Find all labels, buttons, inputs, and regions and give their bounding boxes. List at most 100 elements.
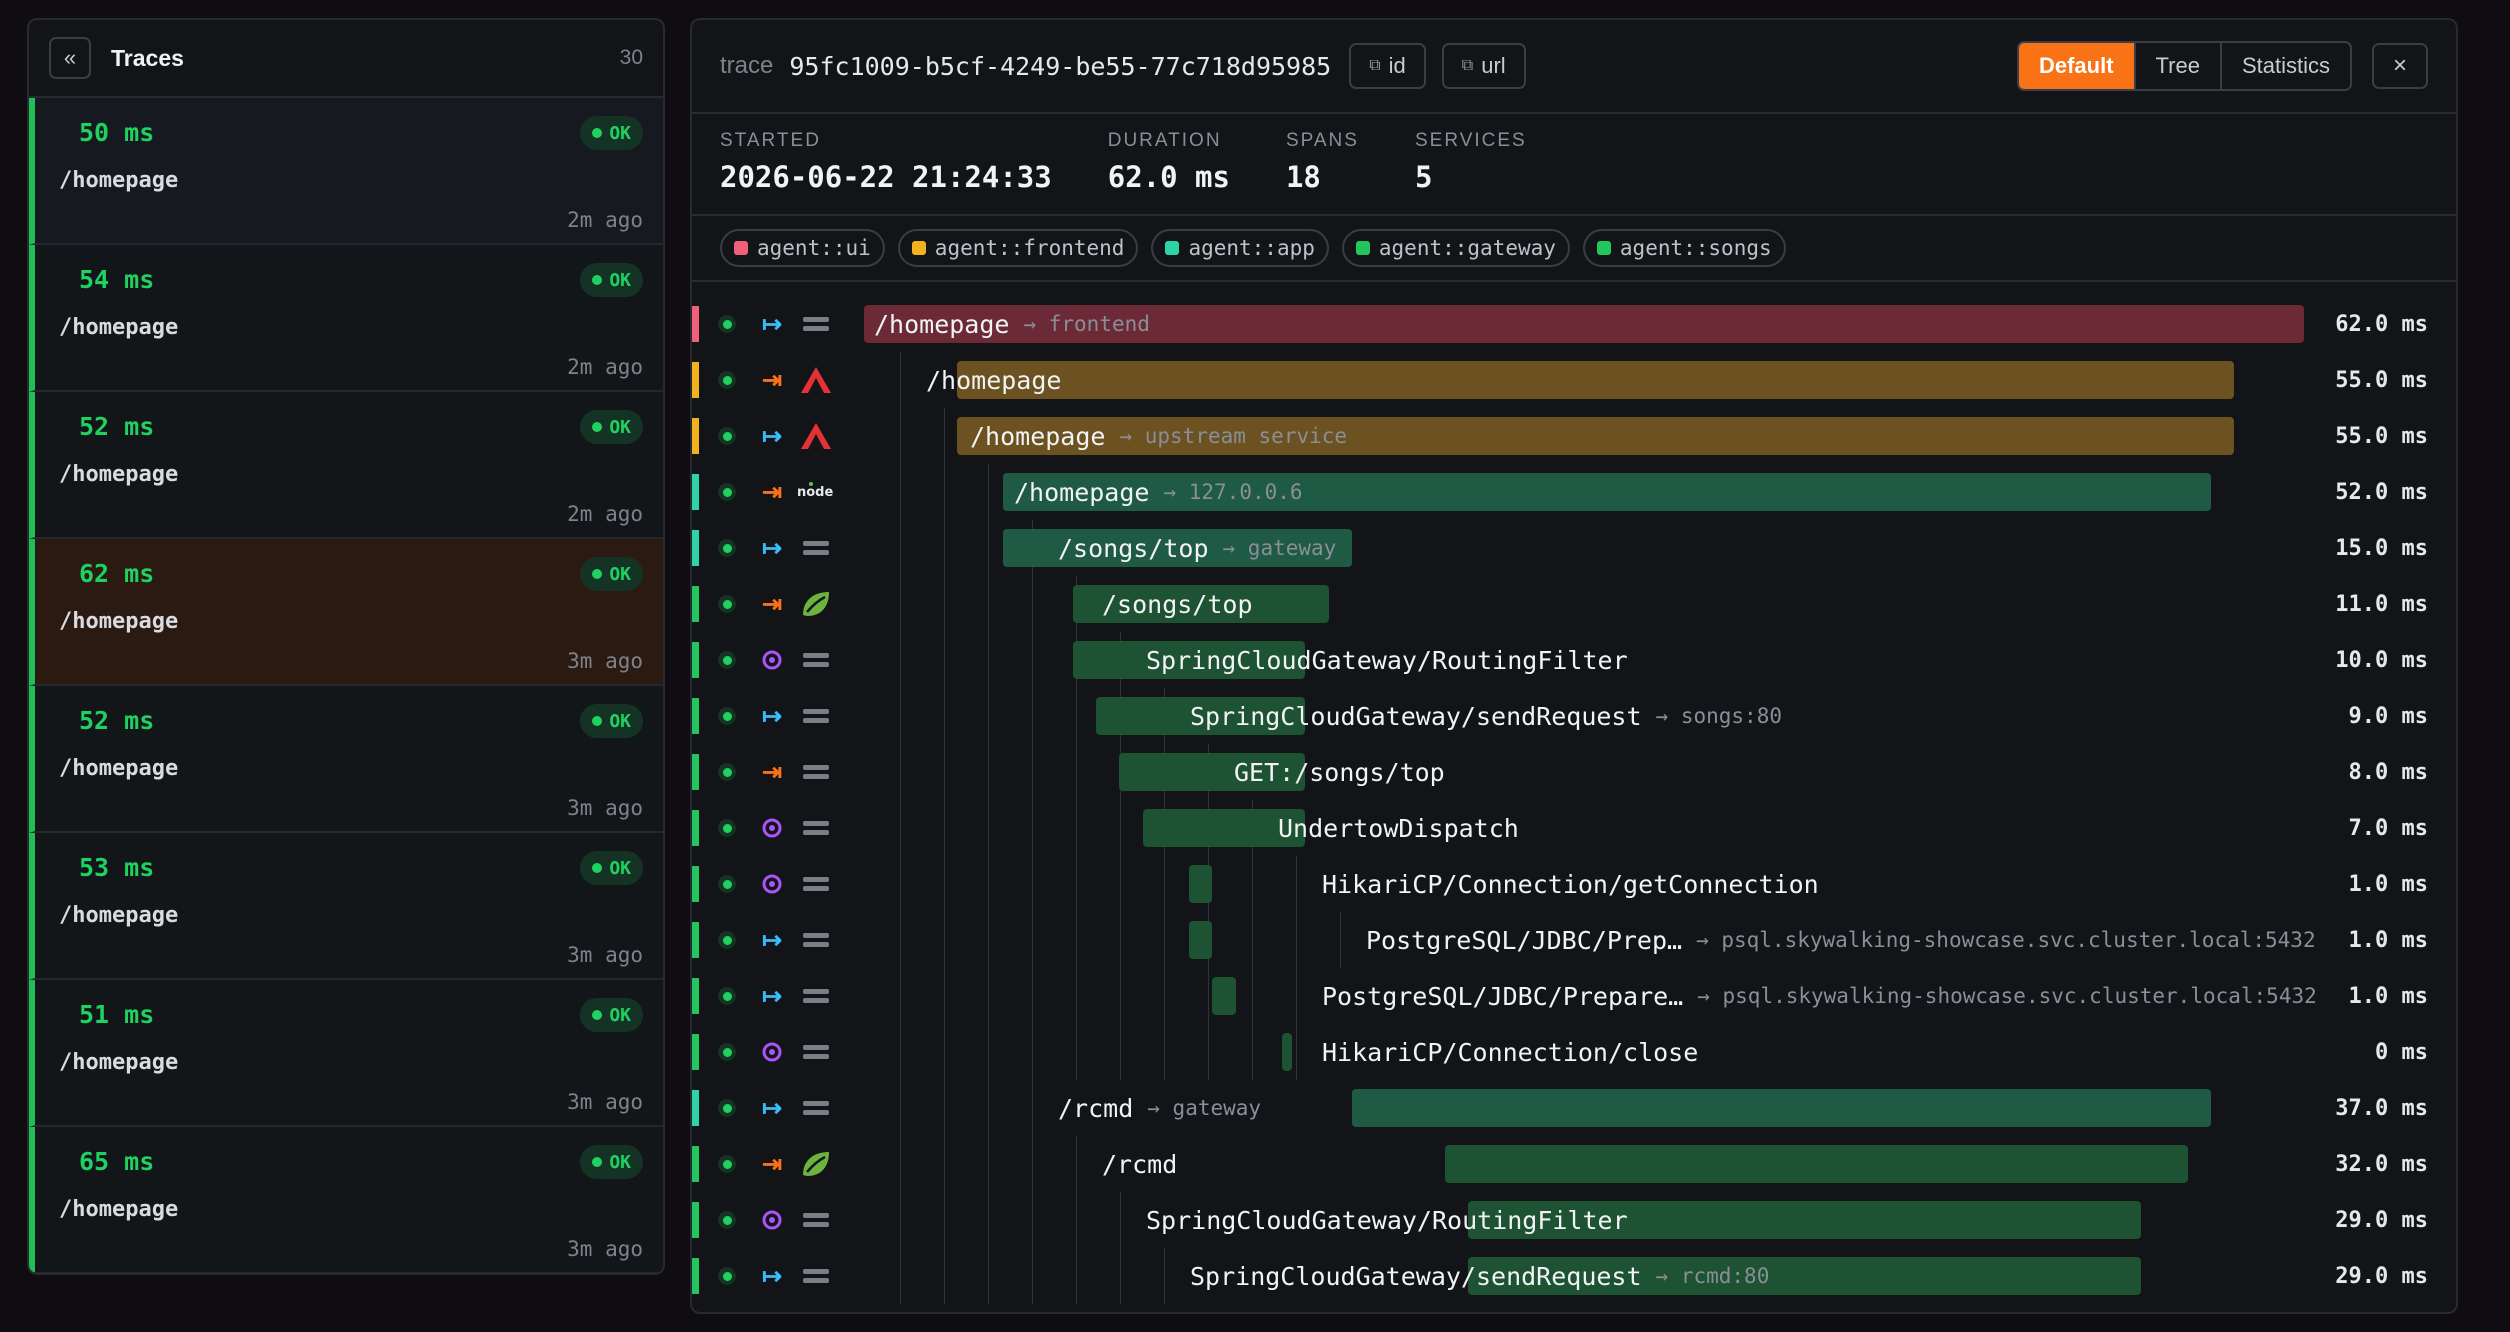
- service-name: agent::gateway: [1378, 236, 1556, 260]
- indent-guide: [900, 1024, 901, 1080]
- status-ok-icon: [718, 1267, 736, 1285]
- span-row[interactable]: HikariCP/Connection/getConnection 1.0 ms: [692, 856, 2456, 912]
- span-row[interactable]: ⇥ GET:/songs/top 8.0 ms: [692, 744, 2456, 800]
- span-peer: → songs:80: [1655, 704, 1782, 728]
- span-row[interactable]: SpringCloudGateway/RoutingFilter 10.0 ms: [692, 632, 2456, 688]
- indent-guide: [944, 1080, 945, 1136]
- span-row[interactable]: ↦ /songs/top → gateway 15.0 ms: [692, 520, 2456, 576]
- span-row[interactable]: ↦ /homepage → upstream service 55.0 ms: [692, 408, 2456, 464]
- trace-list-item[interactable]: 50 ms OK/homepage 2m ago: [29, 98, 663, 245]
- generic-icon: [794, 308, 838, 340]
- span-name: /songs/top: [1102, 589, 1253, 619]
- trace-list-item[interactable]: 54 ms OK/homepage 2m ago: [29, 245, 663, 392]
- indent-guide: [988, 520, 989, 576]
- service-color-stripe: [692, 586, 699, 622]
- indent-guide: [1296, 856, 1297, 912]
- local-span-icon: [756, 1036, 788, 1068]
- trace-duration: 51 ms: [79, 1000, 155, 1029]
- service-tag[interactable]: agent::frontend: [897, 229, 1139, 267]
- service-color-stripe: [692, 1146, 699, 1182]
- status-ok-icon: [718, 1043, 736, 1061]
- trace-list-item[interactable]: 52 ms OK/homepage 2m ago: [29, 392, 663, 539]
- span-row[interactable]: ⇥ /rcmd 32.0 ms: [692, 1136, 2456, 1192]
- span-row[interactable]: UndertowDispatch 7.0 ms: [692, 800, 2456, 856]
- trace-list-item[interactable]: 52 ms OK/homepage 3m ago: [29, 686, 663, 833]
- status-ok-icon: [718, 707, 736, 725]
- service-tag[interactable]: agent::songs: [1582, 229, 1786, 267]
- indent-guide: [1076, 968, 1077, 1024]
- indent-guide: [988, 1136, 989, 1192]
- trace-list-item[interactable]: 62 ms OK/homepage 3m ago: [29, 539, 663, 686]
- span-label: SpringCloudGateway/RoutingFilter: [1146, 632, 1628, 688]
- indent-guide: [944, 968, 945, 1024]
- status-label: OK: [609, 710, 631, 732]
- service-tag[interactable]: agent::app: [1151, 229, 1329, 267]
- generic-component-icon: [803, 1269, 829, 1283]
- view-statistics-button[interactable]: Statistics: [2219, 43, 2350, 89]
- indent-guide: [1208, 1024, 1209, 1080]
- trace-label: trace: [720, 52, 774, 79]
- indent-guide: [1164, 1248, 1165, 1304]
- status-label: OK: [609, 1004, 631, 1026]
- span-peer: → 127.0.0.6: [1163, 480, 1303, 504]
- span-name: PostgreSQL/JDBC/Prepare…: [1322, 981, 1684, 1011]
- generic-icon: [794, 532, 838, 564]
- status-dot-icon: [592, 128, 603, 138]
- span-label: /homepage → frontend: [874, 296, 1150, 352]
- span-row[interactable]: ⇥ /homepage 55.0 ms: [692, 352, 2456, 408]
- indent-guide: [1164, 912, 1165, 968]
- span-row[interactable]: ↦ PostgreSQL/JDBC/Prepare… → psql.skywalki…: [692, 968, 2456, 1024]
- angular-icon: [794, 420, 838, 452]
- indent-guide: [1032, 632, 1033, 688]
- view-tree-button[interactable]: Tree: [2133, 43, 2220, 89]
- trace-list-item[interactable]: 51 ms OK/homepage 3m ago: [29, 980, 663, 1127]
- span-label: HikariCP/Connection/close: [1322, 1024, 1698, 1080]
- indent-guide: [900, 632, 901, 688]
- span-row[interactable]: ⇥ node/homepage → 127.0.0.6 52.0 ms: [692, 464, 2456, 520]
- span-duration-bar: [1189, 921, 1213, 959]
- span-waterfall: ↦ /homepage → frontend 62.0 ms ⇥ /homepage 55.…: [692, 282, 2456, 1304]
- trace-path: /homepage: [59, 315, 179, 340]
- trace-list-item[interactable]: 65 ms OK/homepage 3m ago: [29, 1127, 663, 1273]
- indent-guide: [944, 1192, 945, 1248]
- close-button[interactable]: ×: [2372, 43, 2428, 89]
- indent-guide: [988, 800, 989, 856]
- local-span-icon: [756, 812, 788, 844]
- span-row[interactable]: ⇥ /songs/top 11.0 ms: [692, 576, 2456, 632]
- service-name: agent::frontend: [934, 236, 1125, 260]
- status-ok-icon: [718, 595, 736, 613]
- span-row[interactable]: ↦ SpringCloudGateway/sendRequest → rcmd:80…: [692, 1248, 2456, 1304]
- view-default-button[interactable]: Default: [2018, 43, 2134, 89]
- service-color-stripe: [692, 698, 699, 734]
- span-peer: → psql.skywalking-showcase.svc.cluster.l…: [1697, 984, 2317, 1008]
- trace-list-item[interactable]: 53 ms OK/homepage 3m ago: [29, 833, 663, 980]
- service-tag[interactable]: agent::ui: [720, 229, 885, 267]
- span-row[interactable]: ↦ SpringCloudGateway/sendRequest → songs:8…: [692, 688, 2456, 744]
- span-row[interactable]: ↦ /rcmd → gateway 37.0 ms: [692, 1080, 2456, 1136]
- copy-url-button[interactable]: ⧉ url: [1441, 43, 1526, 89]
- service-tag[interactable]: agent::gateway: [1341, 229, 1570, 267]
- span-label: /rcmd → gateway: [1058, 1080, 1261, 1136]
- span-row[interactable]: HikariCP/Connection/close 0 ms: [692, 1024, 2456, 1080]
- node-icon: node: [794, 476, 838, 508]
- copy-icon: ⧉: [1369, 57, 1381, 74]
- copy-id-button[interactable]: ⧉ id: [1349, 43, 1426, 89]
- indent-guide: [944, 688, 945, 744]
- span-name: /homepage: [874, 309, 1010, 339]
- service-color-stripe: [692, 1202, 699, 1238]
- span-duration: 55.0 ms: [2335, 367, 2428, 393]
- span-row[interactable]: ↦ PostgreSQL/JDBC/Prep… → psql.skywalking-…: [692, 912, 2456, 968]
- span-row[interactable]: SpringCloudGateway/RoutingFilter 29.0 ms: [692, 1192, 2456, 1248]
- span-duration: 1.0 ms: [2348, 983, 2428, 1009]
- generic-component-icon: [803, 317, 829, 331]
- collapse-panel-button[interactable]: «: [49, 37, 91, 79]
- local-span-icon: [756, 868, 788, 900]
- generic-icon: [794, 980, 838, 1012]
- generic-component-icon: [803, 877, 829, 891]
- svg-text:node: node: [797, 485, 833, 500]
- trace-detail-panel: trace 95fc1009-b5cf-4249-be55-77c718d959…: [690, 18, 2458, 1314]
- stat-value: 5: [1414, 160, 1433, 194]
- local-span-icon: [756, 644, 788, 676]
- span-row[interactable]: ↦ /homepage → frontend 62.0 ms: [692, 296, 2456, 352]
- indent-guide: [1032, 1024, 1033, 1080]
